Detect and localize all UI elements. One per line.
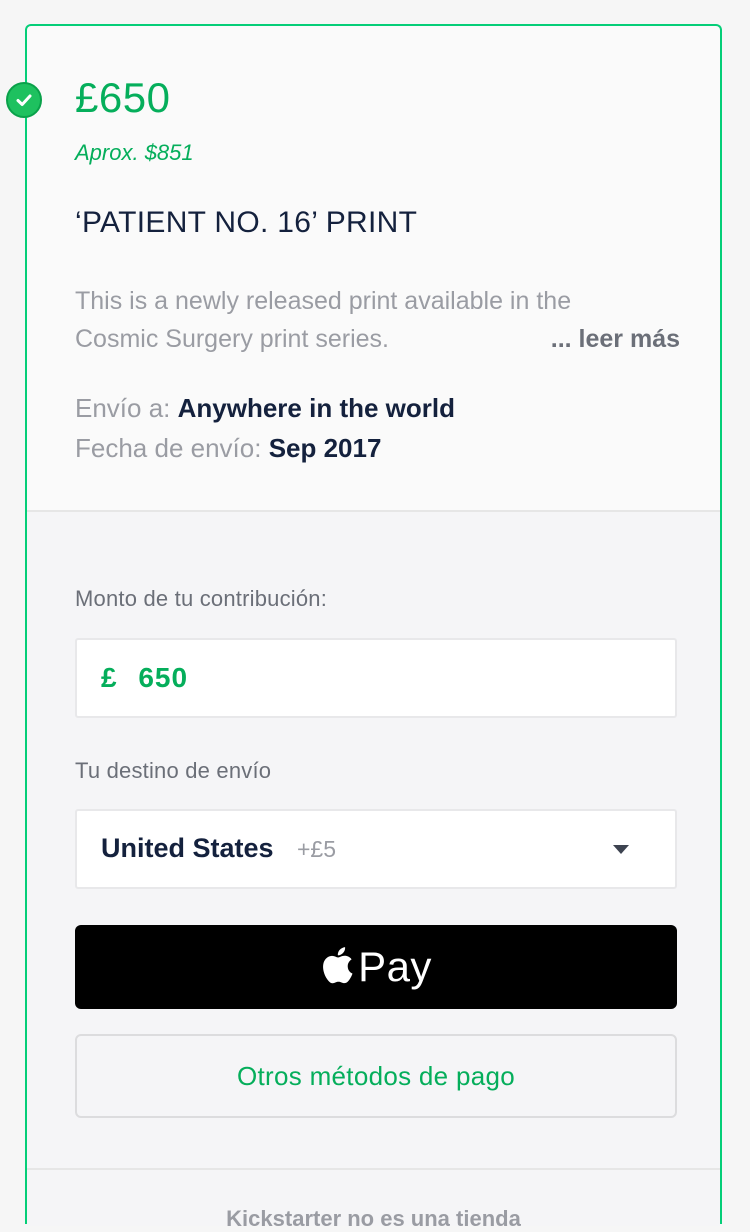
read-more-link[interactable]: ... leer más <box>551 320 680 358</box>
reward-card[interactable]: £650 Aprox. $851 ‘PATIENT NO. 16’ PRINT … <box>25 24 722 1231</box>
reward-price: £650 <box>75 74 171 121</box>
shipping-destination-label: Tu destino de envío <box>75 758 272 783</box>
pledge-amount-input[interactable]: £ 650 <box>75 638 677 718</box>
shipping-cost: +£5 <box>297 836 337 862</box>
shipping-info: Envío a: Anywhere in the world Fecha de … <box>75 388 455 468</box>
section-divider-bottom <box>27 1168 720 1170</box>
delivery-label: Fecha de envío: <box>75 433 269 463</box>
pledge-amount-label: Monto de tu contribución: <box>75 586 328 611</box>
check-icon <box>6 82 42 118</box>
reward-summary: £650 Aprox. $851 ‘PATIENT NO. 16’ PRINT … <box>27 26 720 512</box>
reward-description: This is a newly released print available… <box>75 282 680 358</box>
dropdown-caret-icon <box>613 845 629 854</box>
footer-disclaimer: Kickstarter no es una tienda <box>226 1206 521 1231</box>
reward-title: ‘PATIENT NO. 16’ PRINT <box>75 206 418 239</box>
reward-description-line2: Cosmic Surgery print series. <box>75 325 389 353</box>
apple-pay-button[interactable]: Pay <box>75 925 677 1009</box>
reward-description-line1: This is a newly released print available… <box>75 287 572 315</box>
ships-to-value: Anywhere in the world <box>177 393 455 423</box>
pledge-amount-value: 650 <box>138 662 189 693</box>
apple-pay-label: Pay <box>358 943 432 990</box>
reward-price-approx: Aprox. $851 <box>75 140 194 165</box>
pledge-form: Monto de tu contribución: £ 650 Tu desti… <box>27 512 720 1231</box>
ships-to-label: Envío a: <box>75 393 178 423</box>
currency-symbol: £ <box>101 662 118 693</box>
delivery-value: Sep 2017 <box>268 433 382 463</box>
shipping-destination-select[interactable]: United States +£5 <box>75 809 677 889</box>
other-payment-methods-button[interactable]: Otros métodos de pago <box>75 1034 677 1118</box>
apple-logo-icon <box>320 945 354 990</box>
destination-country: United States <box>101 833 274 863</box>
